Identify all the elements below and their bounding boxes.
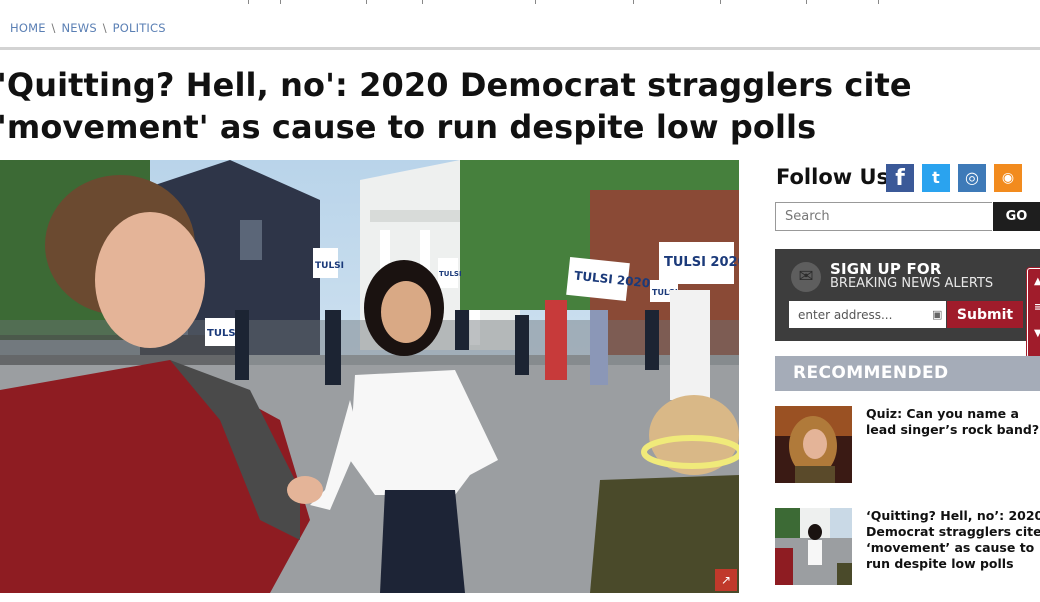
breadcrumb: HOME \ NEWS \ POLITICS	[10, 21, 166, 35]
recommended-thumbnail[interactable]	[775, 406, 852, 483]
article-headline: 'Quitting? Hell, no': 2020 Democrat stra…	[0, 66, 912, 146]
photo-sign: TULSI	[207, 328, 239, 339]
breadcrumb-politics[interactable]: POLITICS	[113, 21, 166, 35]
photo-sign: TULSI 2020	[664, 255, 739, 270]
signup-email-input[interactable]	[789, 301, 946, 328]
search-input[interactable]	[775, 202, 992, 231]
search-go-button[interactable]: GO	[993, 202, 1040, 231]
instagram-icon[interactable]: ◎	[958, 164, 986, 192]
side-tab-icon: ▲	[1034, 276, 1040, 287]
hero-photo[interactable]: TULSI TULSI TULSI TULSI TULSI 2020 TULSI…	[0, 160, 739, 593]
side-share-tab[interactable]: ▲ ≡ ▼	[1027, 268, 1040, 358]
mail-icon: ✉	[791, 262, 821, 292]
hero-photo-illustration: TULSI TULSI TULSI TULSI TULSI 2020 TULSI…	[0, 160, 739, 593]
expand-icon[interactable]: ↗	[715, 569, 737, 591]
recommended-header: RECOMMENDED	[775, 356, 1040, 391]
side-tab-icon: ≡	[1034, 302, 1040, 313]
recommended-item-title[interactable]: ‘Quitting? Hell, no’: 2020 Democrat stra…	[866, 508, 1040, 572]
follow-us-title: Follow Us	[776, 165, 890, 189]
twitter-icon[interactable]: t	[922, 164, 950, 192]
search-form: GO	[775, 202, 1040, 231]
breadcrumb-separator: \	[51, 21, 56, 35]
signup-submit-button[interactable]: Submit	[947, 301, 1023, 328]
recommended-thumbnail-image	[775, 508, 852, 585]
signup-subtitle: BREAKING NEWS ALERTS	[830, 276, 994, 291]
recommended-item-title[interactable]: Quiz: Can you name a lead singer’s rock …	[866, 406, 1040, 438]
side-tab-icon: ▼	[1034, 328, 1040, 339]
photo-sign: TULSI	[315, 261, 344, 271]
recommended-title: RECOMMENDED	[793, 363, 949, 383]
photo-caption-remnant	[0, 594, 739, 602]
rss-icon[interactable]: ◉	[994, 164, 1022, 192]
breadcrumb-news[interactable]: NEWS	[61, 21, 96, 35]
recommended-thumbnail[interactable]	[775, 508, 852, 585]
contact-card-icon: ▣	[932, 308, 943, 321]
breadcrumb-home[interactable]: HOME	[10, 21, 46, 35]
signup-title: SIGN UP FOR	[830, 260, 942, 278]
photo-sign: TULSI	[439, 270, 462, 278]
facebook-icon[interactable]: f	[886, 164, 914, 192]
breadcrumb-separator: \	[102, 21, 107, 35]
top-nav-remnant	[0, 0, 1040, 4]
newsletter-signup: ✉ SIGN UP FOR BREAKING NEWS ALERTS ▣ Sub…	[775, 249, 1040, 341]
recommended-thumbnail-image	[775, 406, 852, 483]
header-divider	[0, 47, 1040, 50]
